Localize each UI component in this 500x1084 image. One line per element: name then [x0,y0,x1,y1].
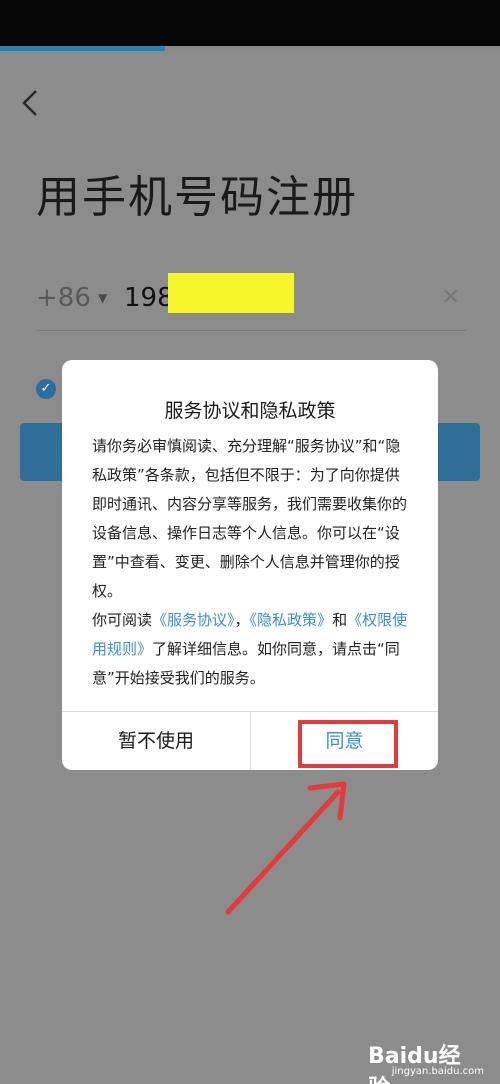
phone-input-row[interactable]: +86 ▼ 198 ✕ [36,273,466,331]
redaction-block [168,273,294,313]
page-title: 用手机号码注册 [36,172,358,223]
text: 和 [332,611,348,629]
text: ， [234,611,250,629]
privacy-dialog: 服务协议和隐私政策 请你务必审慎阅读、充分理解“服务协议”和“隐私政策”各条款，… [62,360,438,770]
chevron-left-icon[interactable] [18,85,46,121]
phone-input[interactable]: 198 [124,283,174,313]
country-code[interactable]: +86 [36,283,91,313]
caret-down-icon[interactable]: ▼ [98,291,107,305]
watermark-url: jingyan.baidu.com [391,1066,484,1077]
close-icon[interactable]: ✕ [442,285,460,310]
service-agreement-link[interactable]: 《服务协议》 [152,611,235,629]
baidu-watermark: Baidu经验 jingyan.baidu.com [368,1038,488,1084]
dialog-body: 请你务必审慎阅读、充分理解“服务协议”和“隐私政策”各条款，包括但不限于：为了向… [92,432,412,693]
annotation-arrow-icon [225,781,347,915]
status-bar [0,0,500,46]
dialog-paragraph-links: 你可阅读《服务协议》，《隐私政策》和《权限使用规则》了解详细信息。如你同意，请点… [92,606,412,693]
dialog-paragraph: 请你务必审慎阅读、充分理解“服务协议”和“隐私政策”各条款，包括但不限于：为了向… [92,437,408,600]
text: 你可阅读 [92,611,153,629]
decline-button[interactable]: 暂不使用 [62,712,250,770]
dialog-title: 服务协议和隐私政策 [164,400,336,422]
watermark-logo: Baidu经验 [368,1044,461,1084]
agreement-checkbox[interactable]: ✓ [36,379,56,399]
annotation-highlight-box [298,720,398,768]
privacy-policy-link[interactable]: 《隐私政策》 [250,611,333,629]
